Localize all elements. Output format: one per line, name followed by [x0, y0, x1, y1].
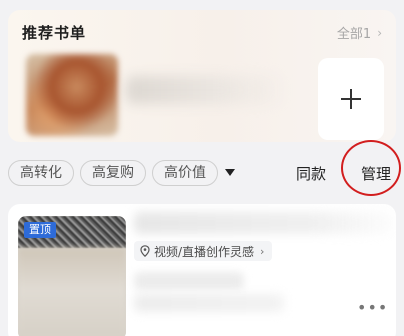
product-title-placeholder [134, 212, 392, 234]
caret-down-icon[interactable] [225, 169, 235, 176]
view-all-link[interactable]: 全部1 › [336, 23, 382, 43]
filter-chip-high-conversion[interactable]: 高转化 [8, 160, 74, 186]
chevron-right-icon: › [260, 244, 265, 258]
book-name-placeholder [126, 76, 286, 104]
creation-inspiration-tag[interactable]: 视频/直播创作灵感 › [134, 241, 273, 261]
filter-chip-high-value[interactable]: 高价值 [152, 160, 218, 186]
product-info-placeholder [134, 272, 244, 290]
product-price-placeholder [134, 294, 284, 312]
same-style-button[interactable]: 同款 [296, 163, 326, 184]
filter-chip-high-repurchase[interactable]: 高复购 [80, 160, 146, 186]
book-list-title: 推荐书单 [22, 24, 87, 42]
more-options-icon[interactable]: ••• [357, 300, 388, 316]
product-card[interactable]: 置顶 视频/直播创作灵感 › ••• [8, 204, 396, 336]
pinned-badge: 置顶 [24, 222, 56, 238]
plus-icon [341, 89, 361, 109]
view-all-label: 全部1 [336, 27, 372, 42]
recommended-book-list-card: 推荐书单 全部1 › [8, 10, 396, 142]
filter-row: 高转化 高复购 高价值 同款 管理 [8, 140, 401, 196]
add-book-button[interactable] [318, 58, 384, 140]
chevron-right-icon: › [377, 25, 382, 40]
book-cover-image[interactable] [26, 54, 118, 136]
inspiration-tag-label: 视频/直播创作灵感 [154, 244, 255, 259]
location-pin-icon [140, 245, 150, 257]
thumbnail-image [18, 248, 126, 336]
manage-button[interactable]: 管理 [361, 163, 391, 184]
